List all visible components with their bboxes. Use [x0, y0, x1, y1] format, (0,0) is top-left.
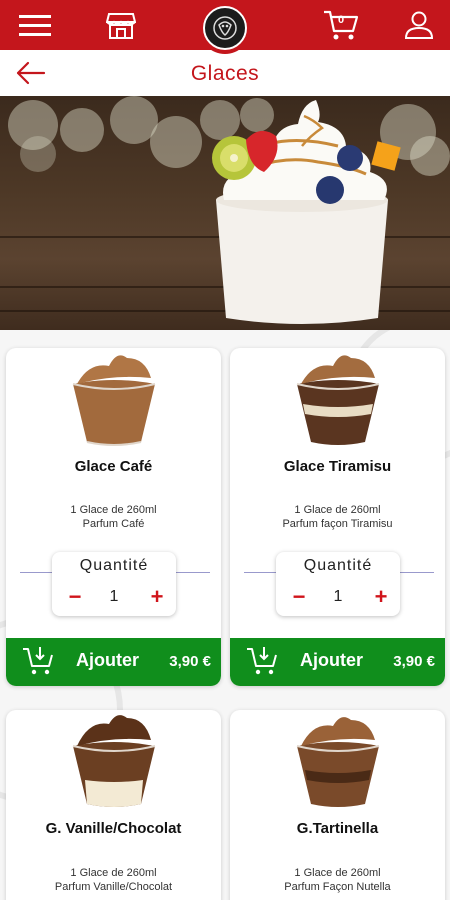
user-icon: [404, 11, 434, 39]
quantity-label: Quantité: [79, 557, 149, 574]
product-desc-line: Parfum Vanille/Chocolat: [54, 881, 173, 893]
product-desc-line: Parfum Café: [82, 518, 145, 530]
add-to-cart-label: Ajouter: [76, 650, 139, 670]
top-app-bar: 0: [0, 0, 450, 54]
product-desc-line: 1 Glace de 260ml: [294, 504, 381, 516]
product-description: 1 Glace de 260ml Parfum Façon Nutella: [230, 866, 445, 894]
quantity-stepper: Quantité − 1 +: [276, 552, 400, 616]
store-button[interactable]: [96, 0, 146, 50]
product-image: [296, 355, 379, 445]
product-image: [72, 715, 155, 807]
product-desc-line: Parfum façon Tiramisu: [282, 518, 393, 530]
product-name: G.Tartinella: [296, 820, 379, 837]
product-name: Glace Café: [74, 458, 153, 475]
product-desc-line: Parfum Façon Nutella: [284, 881, 391, 893]
product-image: [296, 717, 379, 807]
add-to-cart-button[interactable]: Ajouter 3,90 €: [230, 638, 445, 686]
product-card[interactable]: G.Tartinella 1 Glace de 260ml Parfum Faç…: [230, 710, 445, 900]
add-to-cart-icon: [23, 647, 53, 675]
store-icon: [106, 13, 136, 39]
cart-button[interactable]: 0: [316, 0, 366, 50]
product-desc-line: 1 Glace de 260ml: [70, 867, 157, 879]
brand-logo[interactable]: [199, 2, 251, 54]
product-name: G. Vanille/Chocolat: [45, 820, 182, 837]
page-header: Glaces: [0, 50, 450, 96]
increase-quantity-button[interactable]: +: [146, 586, 168, 608]
quantity-label: Quantité: [303, 557, 373, 574]
product-description: 1 Glace de 260ml Parfum façon Tiramisu: [230, 503, 445, 531]
menu-button[interactable]: [10, 0, 60, 50]
product-desc-line: 1 Glace de 260ml: [70, 504, 157, 516]
product-name: Glace Tiramisu: [283, 458, 392, 475]
logo-icon: [203, 6, 247, 50]
add-to-cart-label: Ajouter: [300, 650, 363, 670]
increase-quantity-button[interactable]: +: [370, 586, 392, 608]
product-card[interactable]: G. Vanille/Chocolat 1 Glace de 260ml Par…: [6, 710, 221, 900]
product-image: [72, 355, 155, 446]
page-title: Glaces: [190, 62, 260, 85]
product-description: 1 Glace de 260ml Parfum Café: [6, 503, 221, 531]
category-banner-image: [0, 96, 450, 330]
cart-count-badge: 0: [337, 14, 345, 26]
product-card[interactable]: Glace Café 1 Glace de 260ml Parfum Café …: [6, 348, 221, 686]
menu-icon: [19, 15, 51, 36]
product-description: 1 Glace de 260ml Parfum Vanille/Chocolat: [6, 866, 221, 894]
quantity-stepper: Quantité − 1 +: [52, 552, 176, 616]
product-price: 3,90 €: [393, 653, 435, 670]
add-to-cart-button[interactable]: Ajouter 3,90 €: [6, 638, 221, 686]
product-card[interactable]: Glace Tiramisu 1 Glace de 260ml Parfum f…: [230, 348, 445, 686]
account-button[interactable]: [394, 0, 444, 50]
product-price: 3,90 €: [169, 653, 211, 670]
add-to-cart-icon: [247, 647, 277, 675]
product-desc-line: 1 Glace de 260ml: [294, 867, 381, 879]
